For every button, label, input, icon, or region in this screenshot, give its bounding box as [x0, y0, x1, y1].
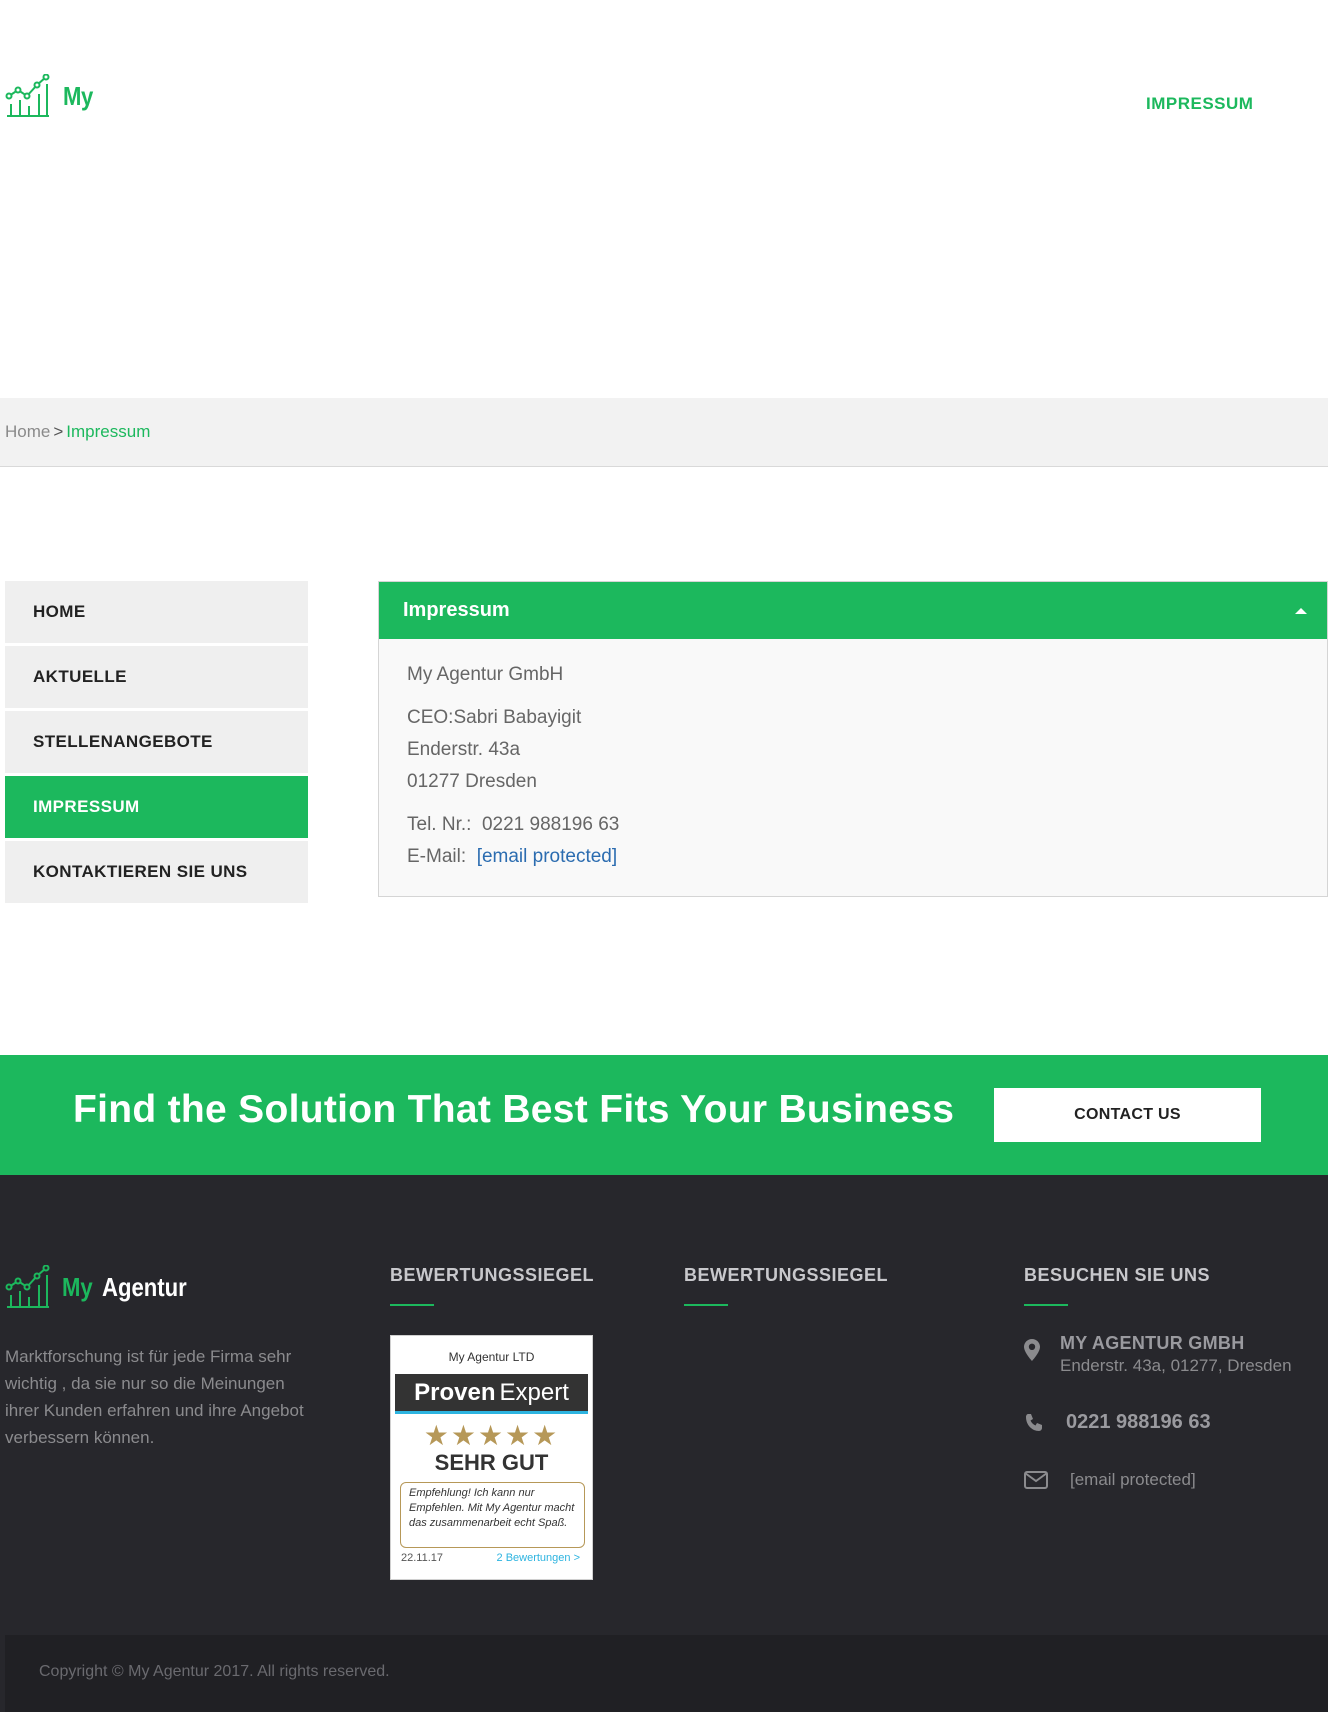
- contact-us-button[interactable]: CONTACT US: [994, 1088, 1261, 1142]
- contact-address: Enderstr. 43a, 01277, Dresden: [1060, 1356, 1292, 1375]
- caret-up-icon[interactable]: [1295, 607, 1307, 614]
- site-header: My IMPRESSUM: [0, 0, 1328, 398]
- sidebar-item-aktuelle[interactable]: AKTUELLE: [5, 646, 308, 708]
- site-logo[interactable]: My: [5, 74, 98, 119]
- sidebar-item-kontakt[interactable]: KONTAKTIEREN SIE UNS: [5, 841, 308, 903]
- footer-address: MY AGENTUR GMBH Enderstr. 43a, 01277, Dr…: [1024, 1333, 1292, 1376]
- logo-text: My: [63, 81, 93, 111]
- contact-email[interactable]: [email protected]: [1070, 1470, 1196, 1490]
- footer-heading-underline: [684, 1304, 728, 1306]
- city-line: 01277 Dresden: [407, 771, 537, 792]
- footer-heading-underline: [1024, 1304, 1068, 1306]
- sidebar-item-stellenangebote[interactable]: STELLENANGEBOTE: [5, 711, 308, 773]
- tel-label: Tel. Nr.:: [407, 814, 472, 835]
- badge-footer: 22.11.17 2 Bewertungen >: [391, 1548, 592, 1564]
- footer-logo-my: My: [62, 1272, 93, 1302]
- nav-impressum-link[interactable]: IMPRESSUM: [1146, 94, 1253, 114]
- sidebar-item-impressum[interactable]: IMPRESSUM: [5, 776, 308, 838]
- copyright-bar: Copyright © My Agentur 2017. All rights …: [5, 1635, 1328, 1712]
- breadcrumb-separator: >: [53, 422, 64, 441]
- footer-phone: 0221 988196 63: [1024, 1411, 1211, 1434]
- email-label: E-Mail:: [407, 846, 467, 867]
- badge-date: 22.11.17: [401, 1552, 444, 1564]
- ceo-line: CEO:Sabri Babayigit: [407, 707, 582, 728]
- footer-heading-bewertung-1: BEWERTUNGSSIEGEL: [390, 1265, 595, 1285]
- envelope-icon: [1024, 1471, 1048, 1489]
- badge-brand-bold: Proven: [414, 1378, 496, 1406]
- panel-title: Impressum: [403, 599, 510, 621]
- breadcrumb-home-link[interactable]: Home: [5, 422, 50, 441]
- cta-banner: Find the Solution That Best Fits Your Bu…: [0, 1055, 1328, 1175]
- panel-body: My Agentur GmbH CEO:Sabri Babayigit Ende…: [379, 639, 1327, 904]
- email-link[interactable]: [email protected]: [477, 846, 617, 867]
- street-line: Enderstr. 43a: [407, 739, 521, 760]
- badge-grade: SEHR GUT: [434, 1450, 549, 1475]
- breadcrumb: Home > Impressum: [5, 422, 150, 442]
- panel-header[interactable]: Impressum: [379, 582, 1327, 639]
- breadcrumb-current: Impressum: [66, 422, 151, 441]
- chart-logo-icon: [5, 74, 50, 117]
- footer-heading-besuchen: BESUCHEN SIE UNS: [1024, 1265, 1211, 1285]
- footer-heading-bewertung-2: BEWERTUNGSSIEGEL: [684, 1265, 889, 1285]
- star-rating-icon: ★★★★★: [423, 1420, 560, 1451]
- tel-value: 0221 988196 63: [481, 814, 620, 835]
- chart-logo-icon: [5, 1265, 50, 1308]
- footer-logo-agentur: Agentur: [102, 1272, 187, 1302]
- site-footer: My Agentur Marktforschung ist für jede F…: [0, 1175, 1328, 1712]
- company-name: My Agentur GmbH: [407, 664, 564, 685]
- sidebar-nav: HOME AKTUELLE STELLENANGEBOTE IMPRESSUM …: [5, 581, 308, 906]
- footer-heading-underline: [390, 1304, 434, 1306]
- footer-logo[interactable]: My Agentur: [5, 1265, 202, 1310]
- phone-icon: [1026, 1414, 1042, 1431]
- badge-company: My Agentur LTD: [448, 1350, 535, 1364]
- footer-about-text: Marktforschung ist für jede Firma sehr w…: [5, 1347, 304, 1447]
- map-pin-icon: [1024, 1339, 1040, 1361]
- badge-quote: Empfehlung! Ich kann nur Empfehlen. Mit …: [400, 1482, 585, 1548]
- cta-heading: Find the Solution That Best Fits Your Bu…: [73, 1088, 955, 1131]
- badge-brand-light: Expert: [499, 1378, 569, 1406]
- contact-company-name: MY AGENTUR GMBH: [1060, 1333, 1245, 1353]
- badge-brand: Proven Expert: [395, 1374, 588, 1414]
- footer-email: [email protected]: [1024, 1470, 1196, 1490]
- proven-expert-badge[interactable]: My Agentur LTD Proven Expert ★★★★★ SEHR G…: [390, 1335, 593, 1580]
- sidebar-item-home[interactable]: HOME: [5, 581, 308, 643]
- breadcrumb-bar: Home > Impressum: [0, 398, 1328, 467]
- contact-phone[interactable]: 0221 988196 63: [1066, 1411, 1211, 1434]
- impressum-panel: Impressum My Agentur GmbH CEO:Sabri Baba…: [378, 581, 1328, 897]
- badge-reviews-link[interactable]: 2 Bewertungen >: [497, 1552, 580, 1564]
- copyright-text: Copyright © My Agentur 2017. All rights …: [39, 1663, 390, 1680]
